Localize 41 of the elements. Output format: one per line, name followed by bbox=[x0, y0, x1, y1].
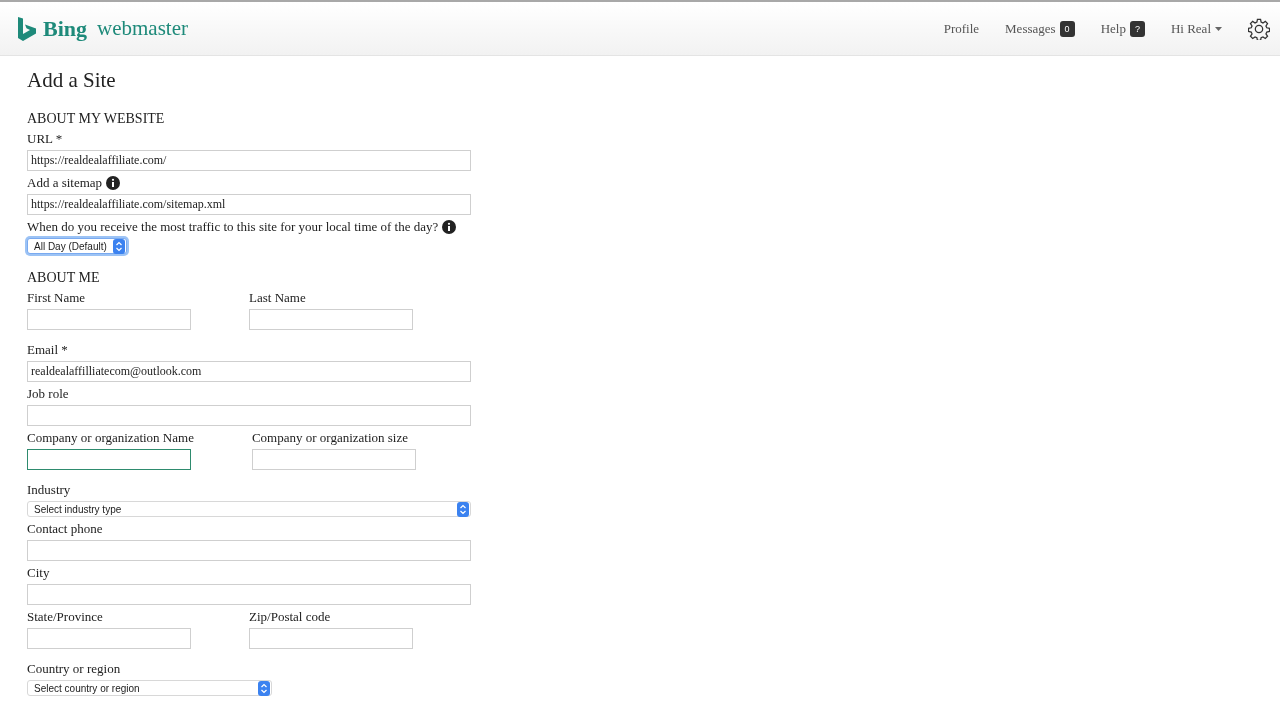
input-field[interactable]: https://realdealaffiliate.com/ bbox=[27, 150, 471, 171]
bing-logo-icon bbox=[17, 15, 37, 42]
select-dropdown[interactable]: Select country or region bbox=[27, 680, 272, 696]
field-label: Country or region bbox=[27, 661, 121, 677]
logo-brand-text: Bing bbox=[43, 15, 88, 42]
field-label: Industry bbox=[27, 482, 71, 498]
info-icon[interactable] bbox=[442, 220, 457, 234]
logo-product-text: webmaster bbox=[97, 16, 188, 41]
profile-link[interactable]: Profile bbox=[943, 20, 980, 37]
select-dropdown[interactable]: All Day (Default) bbox=[27, 238, 127, 254]
select-dropdown[interactable]: Select industry type bbox=[27, 501, 471, 517]
field-label: Zip/Postal code bbox=[249, 609, 331, 625]
field-label: URL * bbox=[27, 131, 63, 147]
input-field[interactable]: realdealaffilliatecom@outlook.com bbox=[27, 361, 471, 382]
field-label: Company or organization Name bbox=[27, 430, 194, 446]
caret-icon bbox=[1215, 26, 1222, 31]
user-menu-link[interactable]: Hi Real bbox=[1170, 20, 1211, 37]
count-badge: ? bbox=[1129, 20, 1145, 37]
field-label: State/Province bbox=[27, 609, 103, 625]
field-label: Email * bbox=[27, 342, 68, 358]
field-label: First Name bbox=[27, 290, 86, 306]
stepper-icon bbox=[457, 501, 469, 517]
field-label: Last Name bbox=[249, 290, 306, 306]
field-label: Contact phone bbox=[27, 521, 103, 537]
count-badge: 0 bbox=[1059, 20, 1075, 37]
field-label: When do you receive the most traffic to this site for your local time of the day? bbox=[27, 219, 439, 235]
info-icon[interactable] bbox=[106, 176, 121, 190]
field-label: City bbox=[27, 565, 50, 581]
settings-icon[interactable] bbox=[1248, 17, 1270, 40]
section-heading: ABOUT ME bbox=[27, 270, 101, 286]
field-label: Add a sitemap bbox=[27, 175, 103, 191]
stepper-icon bbox=[258, 680, 270, 696]
section-heading: ABOUT MY WEBSITE bbox=[27, 111, 166, 127]
nav-link[interactable]: Messages bbox=[1005, 20, 1056, 37]
stepper-icon bbox=[112, 238, 125, 254]
nav-link[interactable]: Help bbox=[1100, 20, 1126, 37]
input-field[interactable]: https://realdealaffiliate.com/sitemap.xml bbox=[27, 194, 471, 215]
field-label: Company or organization size bbox=[251, 430, 408, 446]
input-field[interactable] bbox=[27, 449, 191, 470]
field-label: Job role bbox=[27, 386, 69, 402]
page-title: Add a Site bbox=[27, 68, 117, 93]
